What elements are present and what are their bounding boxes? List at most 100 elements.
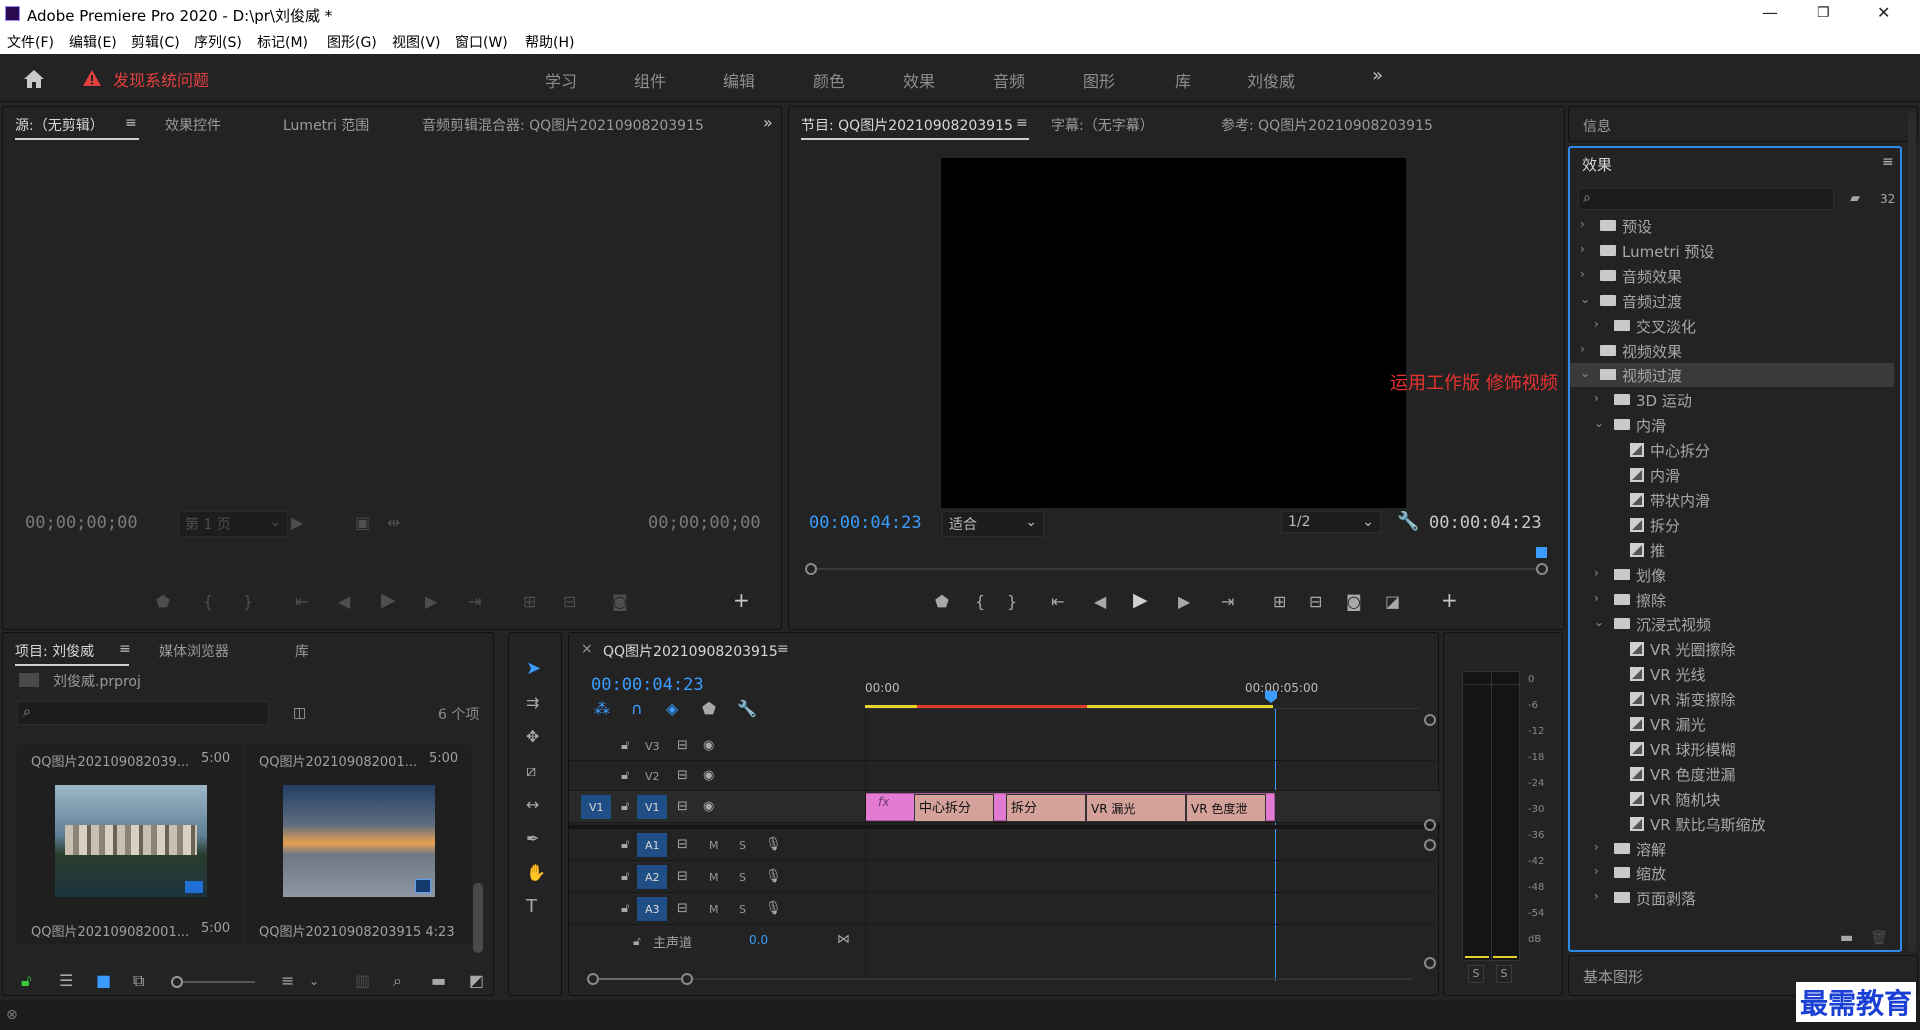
eye-icon[interactable]: ◉ (703, 799, 714, 815)
track-target-a2[interactable]: A2 (637, 865, 667, 889)
go-to-out-icon[interactable]: ⇥ (468, 594, 481, 610)
step-forward-icon[interactable]: ▶ (1178, 594, 1190, 610)
effects-folder[interactable]: › 音频效果 (1570, 264, 1894, 288)
add-button-icon[interactable]: + (733, 590, 750, 610)
lock-icon[interactable]: 🔓︎ (621, 869, 629, 885)
sync-lock-icon[interactable]: ⊟ (677, 869, 688, 885)
menu-sequence[interactable]: 序列(S) (194, 32, 242, 52)
effects-item[interactable]: VR 随机块 (1570, 787, 1894, 811)
effects-folder[interactable]: › Lumetri 预设 (1570, 239, 1894, 263)
source-timecode-current[interactable]: 00;00;00;00 (25, 513, 138, 533)
insert-icon[interactable]: ⊞ (523, 594, 536, 610)
selection-tool-icon[interactable]: ➤ (526, 660, 541, 678)
sync-lock-icon[interactable]: ⊟ (677, 837, 688, 853)
close-icon[interactable]: ✕ (1877, 3, 1890, 22)
tab-program[interactable]: 节目: QQ图片20210908203915 (801, 115, 1013, 135)
effects-search-input[interactable]: ⌕ (1578, 188, 1834, 210)
tab-libraries[interactable]: 库 (295, 641, 309, 661)
workspace-tab-color[interactable]: 颜色 (813, 68, 845, 92)
lock-icon[interactable]: 🔓︎ (621, 799, 629, 815)
effects-folder[interactable]: ⌄ 音频过渡 (1570, 289, 1894, 313)
microphone-icon[interactable]: 🎙︎ (765, 837, 782, 853)
add-marker-icon[interactable]: ⬟ (702, 701, 716, 717)
tab-captions[interactable]: 字幕:（无字幕） (1051, 115, 1154, 135)
tab-effect-controls[interactable]: 效果控件 (165, 115, 221, 135)
workspace-tab-graphics[interactable]: 图形 (1083, 68, 1115, 92)
project-scrollbar[interactable] (473, 883, 483, 953)
go-to-in-icon[interactable]: ⇤ (295, 594, 308, 610)
workspace-tab-custom[interactable]: 刘俊威 (1247, 68, 1295, 92)
master-volume-value[interactable]: 0.0 (749, 933, 768, 947)
solo-button[interactable]: S (739, 871, 746, 884)
chevron-right-icon[interactable]: › (1580, 342, 1585, 356)
mark-in-icon[interactable]: { (975, 594, 985, 610)
fit-select[interactable]: 适合 ⌄ (942, 511, 1044, 537)
chevron-right-icon[interactable]: › (1594, 566, 1599, 580)
add-marker-icon[interactable]: ⬟ (156, 594, 170, 610)
mute-button[interactable]: M (709, 903, 719, 916)
extract-icon[interactable]: ⊟ (1309, 594, 1322, 610)
snap-icon[interactable]: ∩ (631, 701, 643, 717)
go-to-edge-icon[interactable]: ⋈ (837, 932, 850, 948)
mark-in-icon[interactable]: { (203, 594, 213, 610)
effects-folder[interactable]: ⌄ 内滑 (1570, 413, 1894, 437)
chevron-right-icon[interactable]: › (1594, 391, 1599, 405)
sync-lock-icon[interactable]: ⊟ (677, 799, 688, 815)
add-marker-icon[interactable]: ⬟ (935, 594, 949, 610)
tab-project[interactable]: 项目: 刘俊威 (15, 641, 94, 661)
transition-vr-light-leaks[interactable]: VR 漏光 (1086, 794, 1186, 822)
menu-marker[interactable]: 标记(M) (257, 32, 308, 52)
sync-lock-icon[interactable]: ⊟ (677, 901, 688, 917)
solo-right-button[interactable]: S (1496, 965, 1512, 983)
sequence-menu-icon[interactable]: ≡ (777, 641, 789, 657)
mute-button[interactable]: M (709, 839, 719, 852)
workspace-tab-editing[interactable]: 编辑 (723, 68, 755, 92)
menu-clip[interactable]: 剪辑(C) (131, 32, 180, 52)
hand-tool-icon[interactable]: ✋ (526, 865, 546, 881)
playhead-marker[interactable] (1536, 547, 1547, 558)
step-back-icon[interactable]: ◀ (1094, 594, 1106, 610)
effects-folder[interactable]: › 溶解 (1570, 837, 1894, 861)
tab-source[interactable]: 源:（无剪辑） (15, 115, 104, 135)
tab-lumetri-scopes[interactable]: Lumetri 范围 (283, 115, 369, 135)
workspace-more-icon[interactable]: » (1372, 65, 1383, 86)
effects-item[interactable]: VR 渐变擦除 (1570, 687, 1894, 711)
effects-item[interactable]: 内滑 (1570, 463, 1894, 487)
workspace-tab-effects[interactable]: 效果 (903, 68, 935, 92)
transition-vr-chroma-leaks[interactable]: VR 色度泄 (1186, 794, 1266, 822)
playhead-handle[interactable] (1265, 691, 1277, 703)
eye-icon[interactable]: ◉ (703, 768, 714, 784)
pen-tool-icon[interactable]: ✒ (526, 831, 539, 847)
solo-button[interactable]: S (739, 903, 746, 916)
effects-folder[interactable]: ⌄ 沉浸式视频 (1570, 612, 1894, 636)
effects-item[interactable]: 推 (1570, 538, 1894, 562)
lock-icon[interactable]: 🔓︎ (621, 837, 629, 853)
chevron-right-icon[interactable]: › (1594, 889, 1599, 903)
new-custom-bin-icon[interactable]: ▬ (1840, 930, 1853, 946)
effects-folder[interactable]: › 缩放 (1570, 861, 1894, 885)
ripple-edit-tool-icon[interactable]: ✥ (526, 729, 539, 745)
effects-item[interactable]: VR 光圈擦除 (1570, 637, 1894, 661)
source-menu-icon[interactable]: ≡ (125, 115, 137, 131)
new-bin-icon[interactable]: ▬ (431, 973, 446, 989)
chevron-right-icon[interactable]: › (1580, 242, 1585, 256)
tab-audio-clip-mixer[interactable]: 音频剪辑混合器: QQ图片20210908203915 (422, 115, 704, 135)
safe-margins-icon[interactable]: ▣ (355, 515, 370, 531)
program-scrub-bar[interactable] (810, 568, 1542, 570)
mark-out-icon[interactable]: } (1007, 594, 1017, 610)
play-icon[interactable]: ▶ (381, 591, 396, 610)
sort-icon[interactable]: ≡ (281, 973, 294, 989)
effects-menu-icon[interactable]: ≡ (1882, 154, 1894, 170)
source-page-select[interactable]: 第 1 页 ⌄ (178, 511, 288, 537)
effects-item[interactable]: VR 默比乌斯缩放 (1570, 812, 1894, 836)
add-button-icon[interactable]: + (1441, 590, 1458, 610)
vscroll-handle[interactable] (1424, 819, 1436, 831)
chevron-right-icon[interactable]: › (1594, 840, 1599, 854)
source-patch-v1[interactable]: V1 (581, 795, 611, 819)
chevron-right-icon[interactable]: › (1594, 591, 1599, 605)
go-to-out-icon[interactable]: ⇥ (1221, 594, 1234, 610)
workspace-tab-audio[interactable]: 音频 (993, 68, 1025, 92)
home-icon[interactable] (22, 68, 46, 90)
project-menu-icon[interactable]: ≡ (119, 641, 131, 657)
effects-folder[interactable]: › 页面剥落 (1570, 886, 1894, 910)
